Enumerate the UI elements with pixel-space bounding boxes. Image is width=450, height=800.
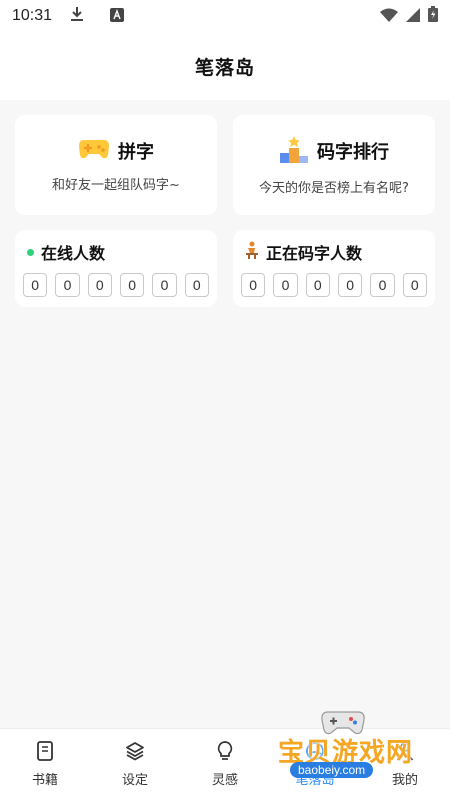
ranking-card[interactable]: 码字排行 今天的你是否榜上有名呢? xyxy=(233,115,435,215)
digit-box: 0 xyxy=(87,273,112,297)
tab-label: 设定 xyxy=(121,773,148,788)
digit-box: 0 xyxy=(23,273,48,297)
tab-label: 书籍 xyxy=(31,773,58,788)
typing-digits: 0 0 0 0 0 0 xyxy=(241,273,427,297)
lightbulb-icon xyxy=(217,741,233,765)
digit-box: 0 xyxy=(55,273,80,297)
counter-title: 在线人数 xyxy=(41,244,106,263)
battery-icon xyxy=(428,6,438,26)
watermark-url: baobeiy.com xyxy=(290,762,374,778)
download-icon xyxy=(70,6,84,26)
online-digits: 0 0 0 0 0 0 xyxy=(23,273,209,297)
tab-inspiration[interactable]: 灵感 xyxy=(180,729,270,800)
digit-box: 0 xyxy=(402,273,427,297)
digit-box: 0 xyxy=(241,273,266,297)
counter-title: 正在码字人数 xyxy=(266,244,363,263)
card-subtitle: 今天的你是否榜上有名呢? xyxy=(259,180,409,196)
title-bar: 笔落岛 xyxy=(0,32,450,100)
tab-settings[interactable]: 设定 xyxy=(90,729,180,800)
card-title: 码字排行 xyxy=(317,141,389,163)
online-dot-icon xyxy=(27,248,34,256)
podium-icon xyxy=(279,135,309,167)
online-count-card: 在线人数 0 0 0 0 0 0 xyxy=(15,230,217,307)
layers-icon xyxy=(125,741,145,765)
card-title: 拼字 xyxy=(118,141,154,163)
keyboard-a-icon xyxy=(110,7,125,26)
page-title: 笔落岛 xyxy=(194,56,255,79)
tab-label: 灵感 xyxy=(211,773,238,788)
typing-person-icon xyxy=(245,241,259,263)
team-writing-card[interactable]: 拼字 和好友一起组队码字~ xyxy=(15,115,217,215)
digit-box: 0 xyxy=(305,273,330,297)
signal-icon xyxy=(406,7,420,26)
status-bar: 10:31 xyxy=(0,0,450,32)
typing-count-card: 正在码字人数 0 0 0 0 0 0 xyxy=(233,230,435,307)
tab-books[interactable]: 书籍 xyxy=(0,729,90,800)
digit-box: 0 xyxy=(119,273,145,297)
book-icon xyxy=(36,741,54,765)
gamepad-icon xyxy=(78,138,110,164)
card-subtitle: 和好友一起组队码字~ xyxy=(52,177,180,193)
status-time: 10:31 xyxy=(12,7,53,24)
digit-box: 0 xyxy=(273,273,298,297)
wifi-icon xyxy=(380,7,398,26)
digit-box: 0 xyxy=(152,273,177,297)
digit-box: 0 xyxy=(370,273,395,297)
watermark-logo: 宝贝游戏网 baobeiy.com xyxy=(268,706,428,786)
digit-box: 0 xyxy=(184,273,209,297)
digit-box: 0 xyxy=(337,273,363,297)
